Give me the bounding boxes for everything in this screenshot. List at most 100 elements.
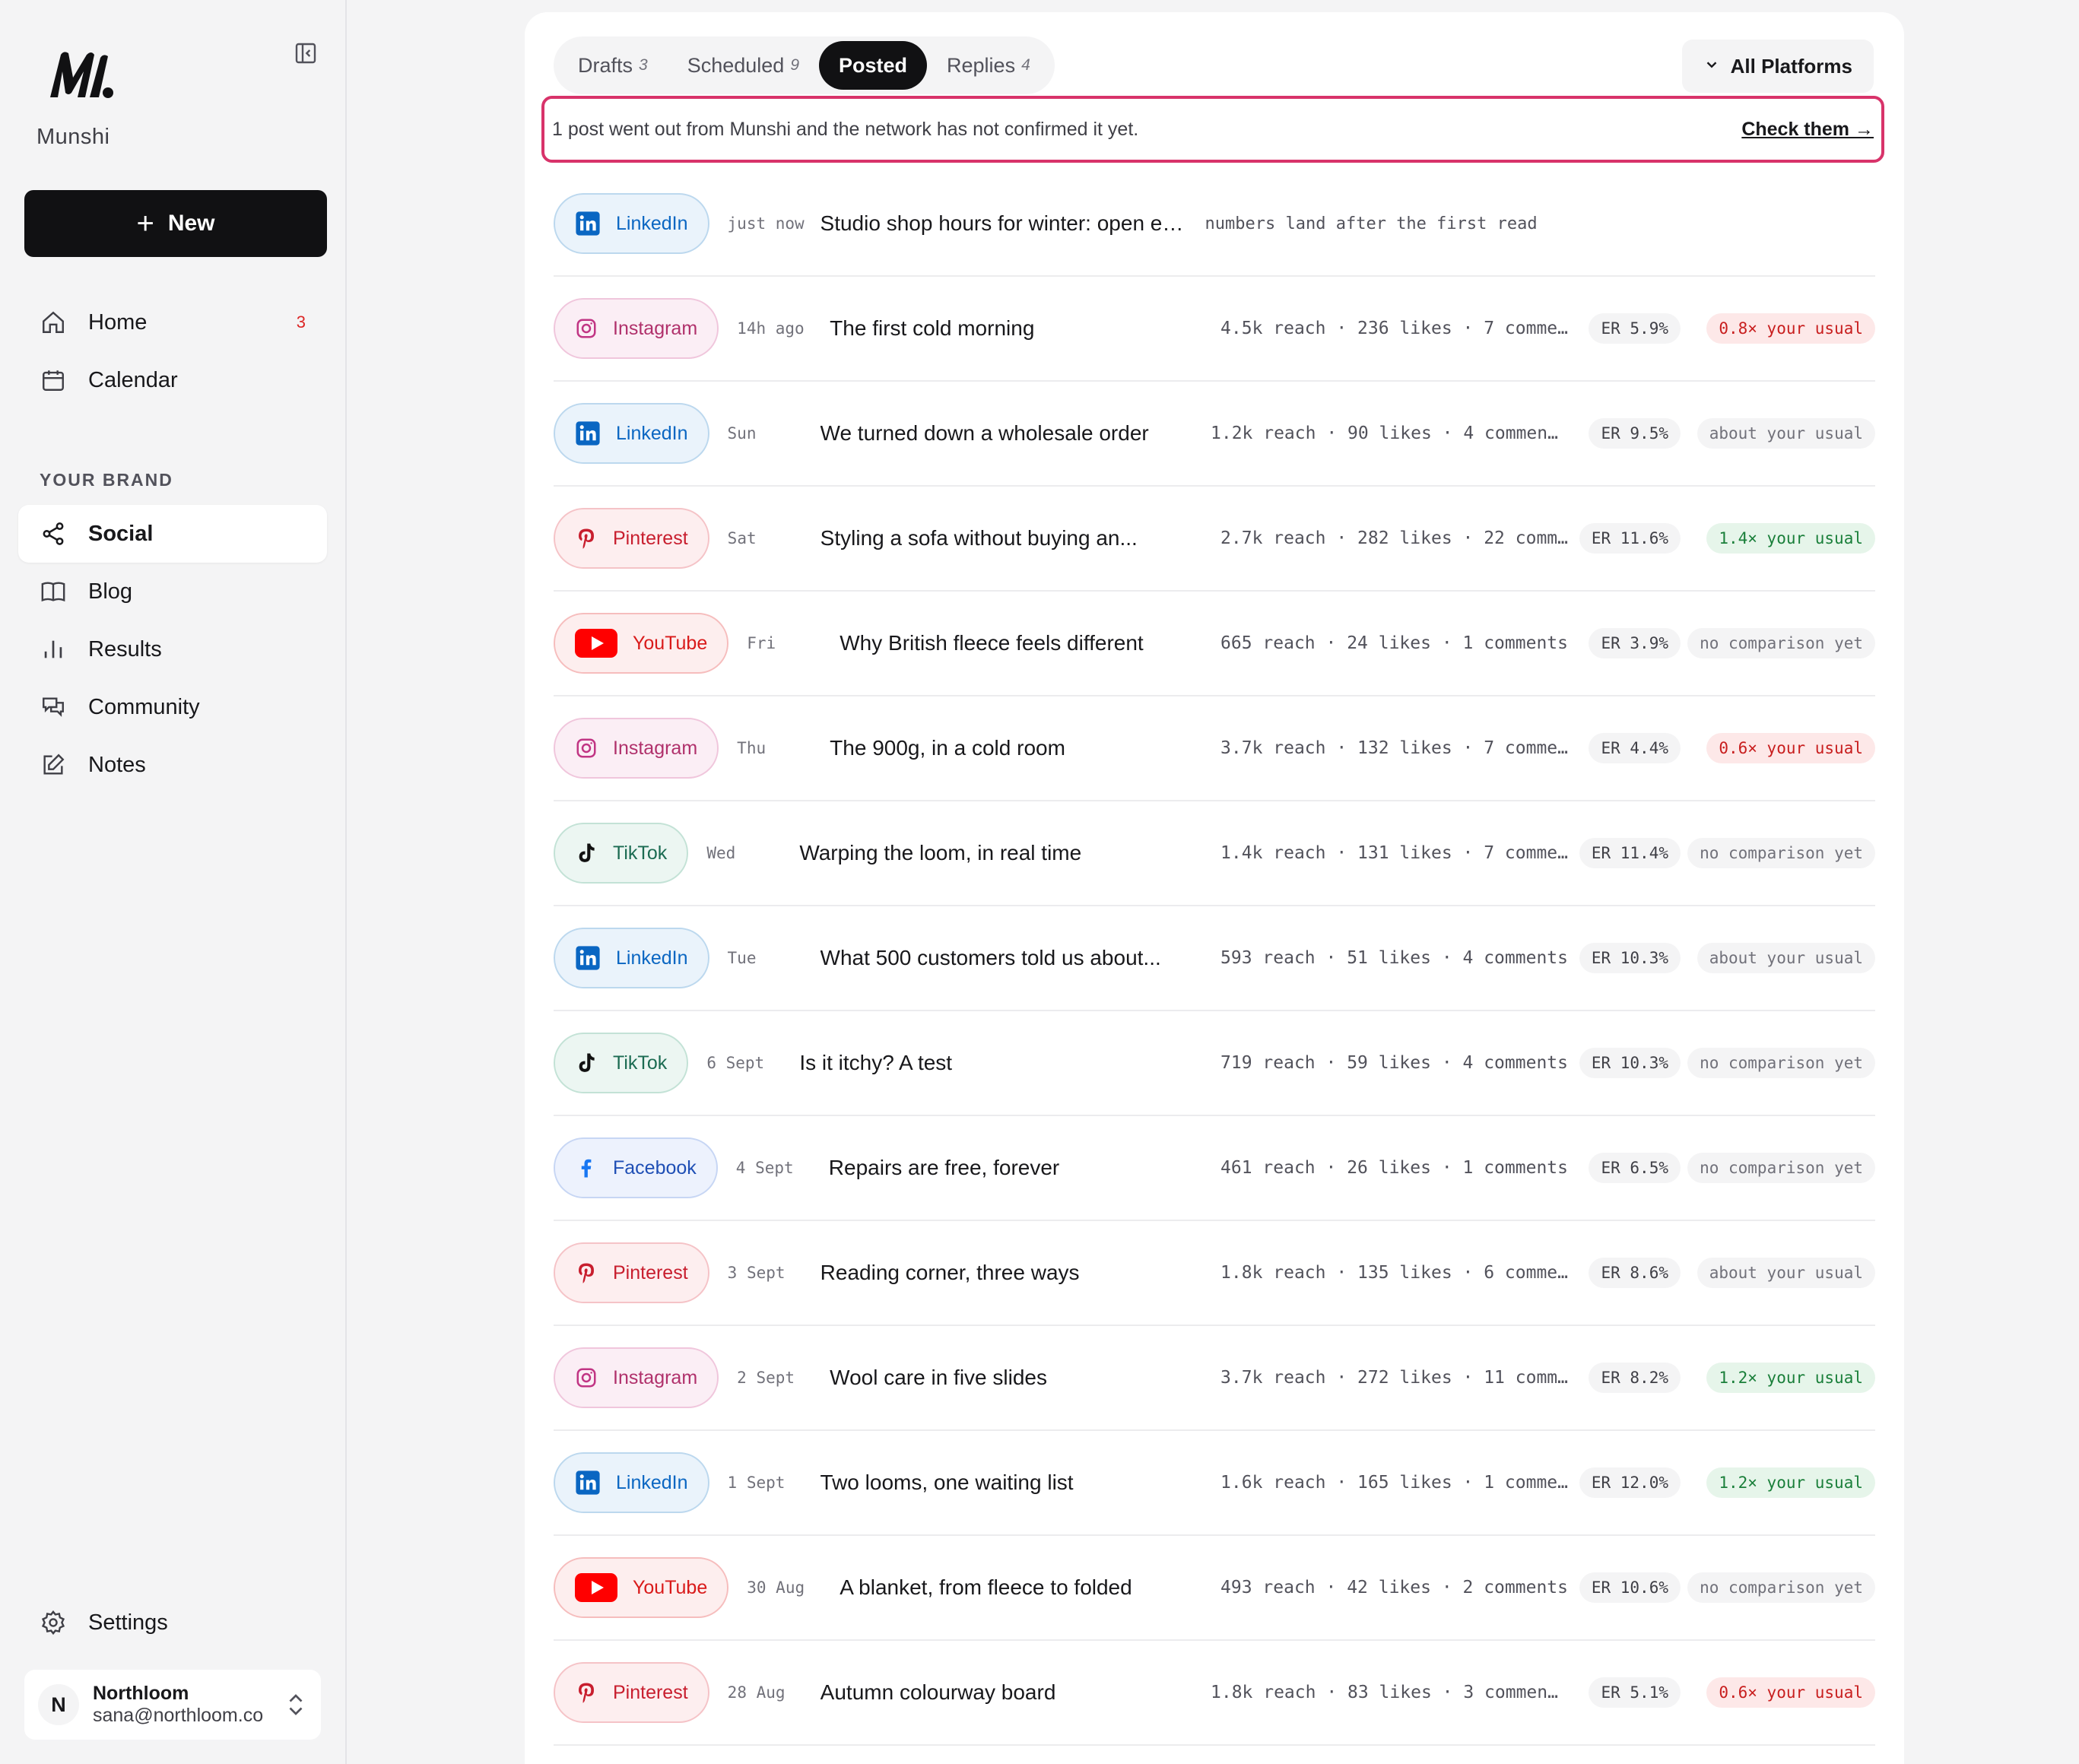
post-title[interactable]: Is it itchy? A test bbox=[799, 1051, 1164, 1075]
account-switcher[interactable]: N Northloom sana@northloom.co bbox=[24, 1670, 321, 1740]
platform-filter-button[interactable]: All Platforms bbox=[1681, 40, 1874, 93]
sidebar-item-calendar[interactable]: Calendar bbox=[18, 351, 327, 409]
post-row[interactable]: LinkedIn Tue What 500 customers told us ab… bbox=[554, 906, 1875, 1011]
sidebar-item-settings[interactable]: Settings bbox=[18, 1594, 327, 1651]
post-stats: 4.5k reach · 236 likes · 7 comme… bbox=[1220, 319, 1568, 338]
post-row[interactable]: YouTube 30 Aug A blanket, from fleece to f… bbox=[554, 1536, 1875, 1641]
post-time: 14h ago bbox=[737, 319, 805, 338]
post-row[interactable]: LinkedIn Sun We turned down a wholesale or… bbox=[554, 382, 1875, 487]
comparison-badge: 0.6× your usual bbox=[1706, 1677, 1875, 1708]
tab-label: Drafts bbox=[578, 53, 633, 77]
post-title[interactable]: What 500 customers told us about... bbox=[820, 946, 1186, 970]
post-time: 2 Sept bbox=[737, 1369, 795, 1387]
platform-pill[interactable]: TikTok bbox=[554, 823, 689, 884]
sidebar-item-blog[interactable]: Blog bbox=[18, 563, 327, 620]
platform-pill[interactable]: Instagram bbox=[554, 298, 719, 359]
alert-text: 1 post went out from Munshi and the netw… bbox=[552, 118, 1139, 140]
collapse-sidebar-button[interactable] bbox=[290, 38, 321, 68]
platform-pill[interactable]: Facebook bbox=[554, 1137, 718, 1198]
post-row[interactable]: Facebook 4 Sept Repairs are free, forever 4… bbox=[554, 1116, 1875, 1221]
post-title[interactable]: Studio shop hours for winter: open every… bbox=[820, 211, 1186, 236]
engagement-rate-badge: ER 9.5% bbox=[1589, 418, 1681, 449]
platform-pill[interactable]: LinkedIn bbox=[554, 403, 709, 464]
platform-pill[interactable]: Pinterest bbox=[554, 1242, 709, 1303]
platform-name: YouTube bbox=[633, 632, 708, 654]
platform-name: Pinterest bbox=[613, 527, 688, 549]
post-stats: 1.6k reach · 165 likes · 1 comme… bbox=[1220, 1473, 1568, 1493]
platform-pill[interactable]: LinkedIn bbox=[554, 1452, 709, 1513]
post-row[interactable]: Pinterest 3 Sept Reading corner, three way… bbox=[554, 1221, 1875, 1326]
post-title[interactable]: Wool care in five slides bbox=[830, 1366, 1195, 1390]
post-title[interactable]: Repairs are free, forever bbox=[829, 1156, 1194, 1180]
linkedin-icon bbox=[575, 1470, 601, 1496]
sidebar-item-label: Blog bbox=[88, 579, 133, 604]
post-title[interactable]: Warping the loom, in real time bbox=[799, 841, 1164, 865]
post-title[interactable]: Two looms, one waiting list bbox=[820, 1471, 1186, 1495]
comparison-badge: 1.2× your usual bbox=[1706, 1363, 1875, 1393]
post-stats: 593 reach · 51 likes · 4 comments bbox=[1220, 948, 1568, 968]
new-post-button[interactable]: + New bbox=[24, 190, 327, 257]
comparison-badge: about your usual bbox=[1697, 1258, 1875, 1288]
post-title[interactable]: Reading corner, three ways bbox=[820, 1261, 1186, 1285]
chevron-down-icon bbox=[1703, 55, 1720, 78]
post-title[interactable]: Styling a sofa without buying an... bbox=[820, 526, 1186, 550]
comparison-badge: 1.2× your usual bbox=[1706, 1467, 1875, 1498]
sidebar-item-results[interactable]: Results bbox=[18, 620, 327, 678]
platform-name: TikTok bbox=[613, 1052, 668, 1074]
sidebar-item-community[interactable]: Community bbox=[18, 678, 327, 736]
post-time: Wed bbox=[706, 844, 736, 862]
post-stats: 1.2k reach · 90 likes · 4 comments bbox=[1211, 424, 1568, 443]
post-stats: 719 reach · 59 likes · 4 comments bbox=[1220, 1053, 1568, 1073]
post-row[interactable]: Pinterest Sat Styling a sofa without buyin… bbox=[554, 487, 1875, 592]
post-time: Fri bbox=[747, 634, 776, 652]
tab-scheduled[interactable]: Scheduled 9 bbox=[668, 41, 819, 90]
post-stats: 461 reach · 26 likes · 1 comments bbox=[1220, 1158, 1568, 1178]
platform-pill[interactable]: YouTube bbox=[554, 613, 729, 674]
post-row[interactable]: YouTube Fri Why British fleece feels diffe… bbox=[554, 592, 1875, 696]
post-stats: 3.7k reach · 272 likes · 11 comm… bbox=[1220, 1368, 1568, 1388]
avatar: N bbox=[38, 1684, 79, 1725]
tab-replies[interactable]: Replies 4 bbox=[927, 41, 1050, 90]
post-row[interactable]: Instagram Thu The 900g, in a cold room 3.7k… bbox=[554, 696, 1875, 801]
post-title[interactable]: The 900g, in a cold room bbox=[830, 736, 1195, 760]
post-row[interactable]: LinkedIn 1 Sept Two looms, one waiting lis… bbox=[554, 1431, 1875, 1536]
post-time: 1 Sept bbox=[727, 1474, 786, 1492]
home-icon bbox=[40, 309, 67, 336]
tab-drafts[interactable]: Drafts 3 bbox=[558, 41, 668, 90]
post-title[interactable]: We turned down a wholesale order bbox=[820, 421, 1186, 446]
platform-pill[interactable]: Instagram bbox=[554, 1347, 719, 1408]
post-row[interactable]: Pinterest 28 Aug Autumn colourway board 1.8… bbox=[554, 1641, 1875, 1746]
post-title[interactable]: Autumn colourway board bbox=[820, 1680, 1186, 1705]
platform-name: Facebook bbox=[613, 1156, 697, 1179]
post-stats: 1.8k reach · 135 likes · 6 comme… bbox=[1220, 1263, 1568, 1283]
post-tabs: Drafts 3 Scheduled 9 Posted Replies 4 bbox=[554, 36, 1055, 94]
platform-pill[interactable]: Pinterest bbox=[554, 1662, 709, 1723]
pinterest-icon bbox=[575, 1681, 598, 1704]
post-stats: 1.8k reach · 83 likes · 3 comments bbox=[1211, 1683, 1568, 1702]
sidebar-item-home[interactable]: Home 3 bbox=[18, 293, 327, 351]
post-row[interactable]: LinkedIn just now Studio shop hours for wi… bbox=[554, 172, 1875, 277]
sidebar-item-label: Results bbox=[88, 636, 162, 662]
post-title[interactable]: The first cold morning bbox=[830, 316, 1195, 341]
platform-pill[interactable]: Pinterest bbox=[554, 508, 709, 569]
platform-pill[interactable]: Instagram bbox=[554, 718, 719, 779]
sidebar-item-notes[interactable]: Notes bbox=[18, 736, 327, 794]
sidebar-item-social[interactable]: Social bbox=[18, 505, 327, 563]
platform-pill[interactable]: TikTok bbox=[554, 1033, 689, 1093]
post-row[interactable]: Instagram 2 Sept Wool care in five slides 3… bbox=[554, 1326, 1875, 1431]
platform-pill[interactable]: LinkedIn bbox=[554, 193, 709, 254]
post-row[interactable]: TikTok 6 Sept Is it itchy? A test 719 reach… bbox=[554, 1011, 1875, 1116]
check-them-link[interactable]: Check them → bbox=[1741, 119, 1874, 141]
sidebar: Munshi + New Home 3 Calendar YOUR BRAND … bbox=[0, 0, 347, 1764]
linkedin-icon bbox=[575, 211, 601, 236]
post-row[interactable]: Instagram 14h ago The first cold morning 4.… bbox=[554, 277, 1875, 382]
platform-pill[interactable]: LinkedIn bbox=[554, 928, 709, 988]
post-title[interactable]: Why British fleece feels different bbox=[840, 631, 1205, 655]
engagement-rate-badge: ER 5.9% bbox=[1589, 313, 1681, 344]
comparison-badge: no comparison yet bbox=[1687, 838, 1875, 868]
platform-pill[interactable]: YouTube bbox=[554, 1557, 729, 1618]
tab-posted[interactable]: Posted bbox=[819, 41, 928, 90]
post-row[interactable]: TikTok Wed Warping the loom, in real time 1… bbox=[554, 801, 1875, 906]
post-title[interactable]: A blanket, from fleece to folded bbox=[840, 1575, 1205, 1600]
gear-icon bbox=[40, 1609, 67, 1636]
